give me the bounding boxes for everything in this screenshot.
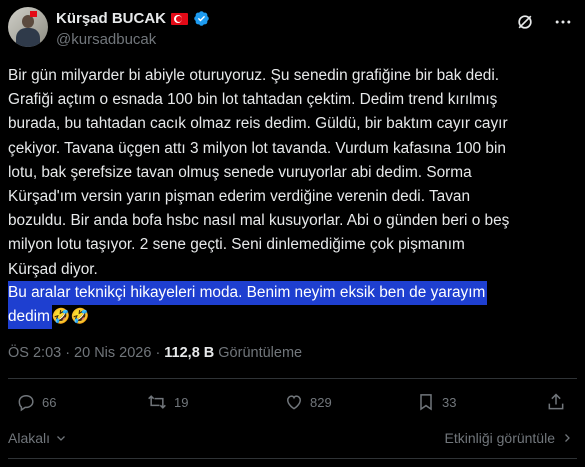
- view-activity-link[interactable]: Etkinliği görüntüle: [444, 430, 573, 446]
- divider: [8, 378, 577, 379]
- reply-count: 66: [42, 394, 57, 410]
- avatar[interactable]: [8, 7, 48, 47]
- reply-button[interactable]: 66: [16, 392, 56, 412]
- meta-separator-2: ·: [155, 345, 161, 361]
- related-label: Alakalı: [8, 430, 51, 446]
- chevron-right-icon: [565, 434, 570, 442]
- reply-icon: [18, 394, 34, 412]
- highlighted-line-2: dedim: [8, 305, 52, 330]
- views-label: Görüntüleme: [218, 345, 303, 361]
- laughing-emoji: 🤣🤣: [51, 308, 90, 326]
- verified-badge-icon: [194, 11, 209, 26]
- tweet-date[interactable]: 20 Nis 2026: [74, 345, 151, 361]
- view-activity-label: Etkinliği görüntüle: [444, 430, 555, 446]
- grok-icon[interactable]: [515, 12, 535, 32]
- author-handle[interactable]: @kursadbucak: [56, 31, 156, 48]
- tweet-highlighted-text: Bu aralar teknikçi hikayeleri moda. Beni…: [8, 281, 488, 330]
- bookmark-icon: [420, 394, 432, 411]
- share-button[interactable]: [546, 392, 566, 412]
- bookmark-count: 33: [442, 394, 457, 410]
- author-name-row: Kürşad BUCAK: [56, 10, 210, 27]
- like-button[interactable]: 829: [284, 392, 332, 412]
- author-display-name[interactable]: Kürşad BUCAK: [56, 10, 166, 27]
- header-actions: [515, 12, 573, 32]
- repost-count: 19: [174, 394, 189, 410]
- bookmark-button[interactable]: 33: [416, 392, 456, 412]
- tweet-header: Kürşad BUCAK @kursadbucak: [8, 6, 577, 50]
- tweet-time[interactable]: ÖS 2:03: [8, 345, 61, 361]
- related-dropdown[interactable]: Alakalı: [8, 430, 67, 446]
- meta-separator-1: ·: [65, 345, 71, 361]
- highlighted-line-1: Bu aralar teknikçi hikayeleri moda. Beni…: [8, 281, 488, 306]
- repost-button[interactable]: 19: [146, 392, 188, 412]
- like-count: 829: [310, 394, 332, 410]
- repost-icon: [148, 395, 166, 409]
- tweet-meta: ÖS 2:03 · 20 Nis 2026 · 112,8 B Görüntül…: [8, 345, 302, 361]
- turkey-flag-icon: [171, 12, 189, 25]
- like-icon: [286, 395, 302, 410]
- share-icon: [548, 393, 564, 410]
- chevron-down-icon: [57, 436, 65, 441]
- bottom-divider: [8, 458, 577, 459]
- more-icon[interactable]: [553, 12, 573, 32]
- tweet-text: Bir gün milyarder bi abiyle oturuyoruz. …: [8, 67, 510, 278]
- tweet-footer: Alakalı Etkinliği görüntüle: [8, 430, 573, 450]
- views-count: 112,8 B: [164, 345, 215, 361]
- action-bar: 66 19 829 33: [8, 392, 577, 420]
